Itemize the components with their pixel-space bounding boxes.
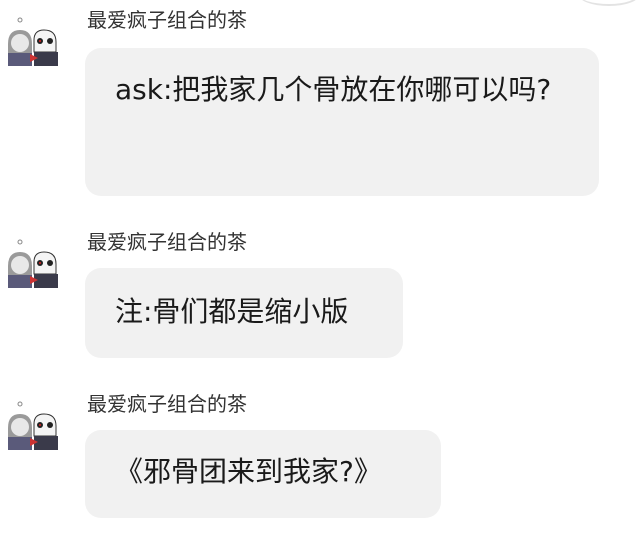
sender-name: 最爱疯子组合的茶 (87, 230, 247, 254)
chat-message: 最爱疯子组合的茶 《邪骨团来到我家?》 (0, 384, 640, 524)
two-skeleton-characters-avatar-icon[interactable] (4, 398, 60, 452)
two-skeleton-characters-avatar-icon[interactable] (4, 14, 60, 68)
message-bubble[interactable]: 注:骨们都是缩小版 (85, 268, 403, 358)
message-text: 《邪骨团来到我家?》 (115, 455, 382, 488)
sender-name: 最爱疯子组合的茶 (87, 392, 247, 416)
message-text: 注:骨们都是缩小版 (115, 295, 349, 328)
message-text: ask:把我家几个骨放在你哪可以吗? (115, 73, 552, 106)
chat-message: 最爱疯子组合的茶 注:骨们都是缩小版 (0, 222, 640, 362)
sender-name: 最爱疯子组合的茶 (87, 8, 247, 32)
chat-thread: 最爱疯子组合的茶 ask:把我家几个骨放在你哪可以吗? 最爱疯子组合的茶 注:骨… (0, 0, 640, 541)
message-bubble[interactable]: ask:把我家几个骨放在你哪可以吗? (85, 48, 599, 196)
chat-message: 最爱疯子组合的茶 ask:把我家几个骨放在你哪可以吗? (0, 0, 640, 200)
message-bubble[interactable]: 《邪骨团来到我家?》 (85, 430, 441, 518)
two-skeleton-characters-avatar-icon[interactable] (4, 236, 60, 290)
